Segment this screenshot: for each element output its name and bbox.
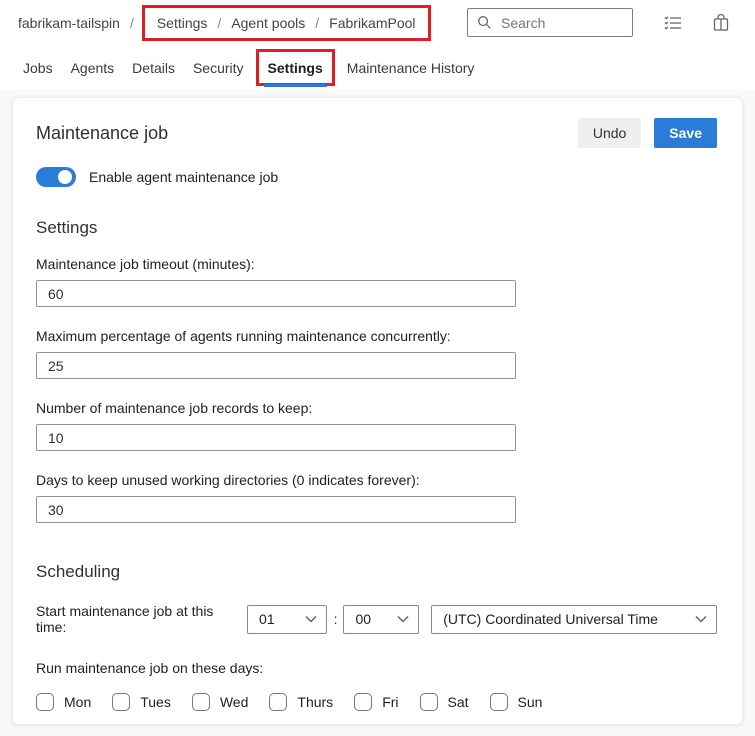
field-days-to-keep-label: Days to keep unused working directories … (36, 472, 717, 488)
timezone-select-value: (UTC) Coordinated Universal Time (443, 611, 658, 627)
day-option-thurs: Thurs (269, 693, 333, 711)
day-label-fri: Fri (382, 694, 398, 710)
breadcrumb-separator: / (309, 15, 325, 31)
run-days-row: Mon Tues Wed Thurs Fri Sat Sun (36, 693, 717, 711)
minute-select[interactable]: 00 (343, 605, 419, 634)
field-timeout-label: Maintenance job timeout (minutes): (36, 256, 717, 272)
day-label-tues: Tues (140, 694, 171, 710)
chevron-down-icon (305, 615, 317, 623)
enable-maintenance-row: Enable agent maintenance job (36, 167, 717, 187)
settings-section-heading: Settings (36, 218, 717, 238)
card-title-row: Maintenance job Undo Save (36, 118, 717, 148)
field-max-percentage-input[interactable] (36, 352, 516, 379)
field-max-percentage: Maximum percentage of agents running mai… (36, 328, 717, 379)
checkbox-tues[interactable] (112, 693, 130, 711)
day-option-fri: Fri (354, 693, 398, 711)
day-option-mon: Mon (36, 693, 91, 711)
breadcrumb-settings[interactable]: Settings (153, 15, 212, 31)
hour-select[interactable]: 01 (247, 605, 327, 634)
checkbox-mon[interactable] (36, 693, 54, 711)
day-option-sat: Sat (420, 693, 469, 711)
field-timeout-input[interactable] (36, 280, 516, 307)
page-title: Maintenance job (36, 123, 168, 144)
tab-details[interactable]: Details (123, 45, 184, 90)
breadcrumb-separator: / (211, 15, 227, 31)
timezone-select[interactable]: (UTC) Coordinated Universal Time (431, 605, 717, 634)
day-label-mon: Mon (64, 694, 91, 710)
field-max-percentage-label: Maximum percentage of agents running mai… (36, 328, 717, 344)
time-separator: : (327, 611, 344, 627)
search-icon (477, 15, 492, 30)
tab-jobs[interactable]: Jobs (14, 45, 62, 90)
field-records-to-keep: Number of maintenance job records to kee… (36, 400, 717, 451)
breadcrumb-organization[interactable]: fabrikam-tailspin (14, 15, 124, 31)
breadcrumb-agent-pools[interactable]: Agent pools (227, 15, 309, 31)
action-buttons: Undo Save (578, 118, 717, 148)
checkbox-thurs[interactable] (269, 693, 287, 711)
day-option-tues: Tues (112, 693, 171, 711)
tab-maintenance-history[interactable]: Maintenance History (338, 45, 484, 90)
field-days-to-keep: Days to keep unused working directories … (36, 472, 717, 523)
task-list-icon[interactable] (661, 11, 685, 35)
top-header-bar: fabrikam-tailspin / Settings / Agent poo… (0, 0, 755, 45)
run-days-label: Run maintenance job on these days: (36, 660, 717, 676)
chevron-down-icon (397, 615, 409, 623)
pool-tab-bar: Jobs Agents Details Security Settings Ma… (0, 45, 755, 90)
breadcrumb-fabrikampool[interactable]: FabrikamPool (325, 15, 419, 31)
tab-settings[interactable]: Settings (256, 49, 335, 86)
scheduling-section-heading: Scheduling (36, 562, 717, 582)
checkbox-wed[interactable] (192, 693, 210, 711)
field-records-to-keep-input[interactable] (36, 424, 516, 451)
toggle-knob (58, 170, 72, 184)
checkbox-sat[interactable] (420, 693, 438, 711)
checkbox-sun[interactable] (490, 693, 508, 711)
save-button[interactable]: Save (654, 118, 717, 148)
active-tab-underline (264, 84, 327, 87)
search-box[interactable] (467, 8, 633, 37)
maintenance-settings-card: Maintenance job Undo Save Enable agent m… (12, 97, 743, 725)
tab-settings-label: Settings (268, 60, 323, 76)
tab-agents[interactable]: Agents (62, 45, 124, 90)
chevron-down-icon (695, 615, 707, 623)
breadcrumb: fabrikam-tailspin / Settings / Agent poo… (14, 5, 467, 41)
field-records-to-keep-label: Number of maintenance job records to kee… (36, 400, 717, 416)
day-label-sat: Sat (448, 694, 469, 710)
enable-maintenance-toggle[interactable] (36, 167, 76, 187)
day-label-sun: Sun (518, 694, 543, 710)
schedule-time-row: Start maintenance job at this time: 01 :… (36, 603, 717, 635)
field-timeout: Maintenance job timeout (minutes): (36, 256, 717, 307)
schedule-time-label: Start maintenance job at this time: (36, 603, 239, 635)
field-days-to-keep-input[interactable] (36, 496, 516, 523)
breadcrumb-separator: / (124, 15, 140, 31)
hour-select-value: 01 (259, 611, 275, 627)
tab-security[interactable]: Security (184, 45, 253, 90)
enable-maintenance-label: Enable agent maintenance job (89, 169, 278, 185)
search-input[interactable] (499, 14, 614, 32)
checkbox-fri[interactable] (354, 693, 372, 711)
breadcrumb-highlight-box: Settings / Agent pools / FabrikamPool (142, 5, 431, 41)
undo-button[interactable]: Undo (578, 118, 641, 148)
day-label-wed: Wed (220, 694, 249, 710)
shopping-bag-icon[interactable] (709, 11, 733, 35)
minute-select-value: 00 (355, 611, 371, 627)
day-option-sun: Sun (490, 693, 543, 711)
day-option-wed: Wed (192, 693, 249, 711)
day-label-thurs: Thurs (297, 694, 333, 710)
